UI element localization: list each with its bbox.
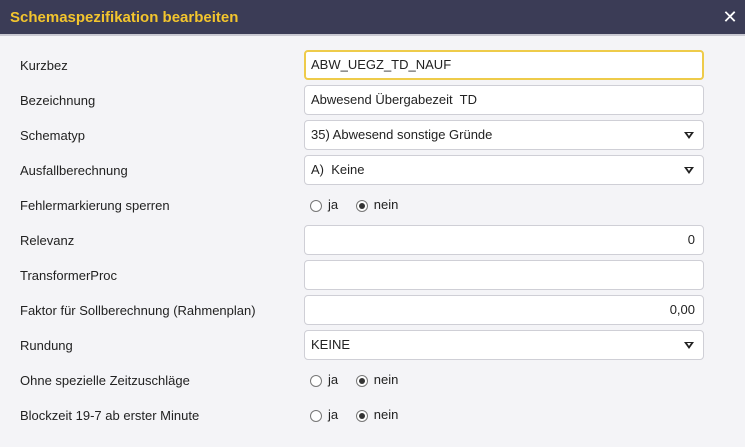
radio-circle-selected-icon[interactable] <box>355 200 368 212</box>
rundung-select[interactable]: KEINE <box>304 330 704 360</box>
radio-label: ja <box>328 372 339 387</box>
form-row-transformerproc: TransformerProc <box>0 260 745 292</box>
close-icon[interactable]: ✕ <box>719 6 741 28</box>
bezeichnung-label: Bezeichnung <box>20 93 96 108</box>
relevanz-value: 0 <box>687 232 695 247</box>
blockzeit-radio-ja[interactable]: ja <box>310 407 338 422</box>
radio-label: nein <box>373 197 399 212</box>
fehlermarkierung-radio-nein[interactable]: nein <box>355 197 399 212</box>
dialog-title: Schemaspezifikation bearbeiten <box>10 9 239 26</box>
kurzbez-label: Kurzbez <box>20 58 68 73</box>
form-row-zeitzuschlaege: Ohne spezielle Zeitzuschläge ja nein <box>0 365 745 397</box>
transformerproc-input[interactable] <box>304 260 704 290</box>
blockzeit-label: Blockzeit 19-7 ab erster Minute <box>20 408 200 423</box>
zeitzuschlaege-label: Ohne spezielle Zeitzuschläge <box>20 373 190 388</box>
form-row-kurzbez: Kurzbez ABW_UEGZ_TD_NAUF <box>0 50 745 82</box>
radio-label: nein <box>373 372 399 387</box>
radio-circle-icon[interactable] <box>310 410 322 422</box>
radio-circle-selected-icon[interactable] <box>355 375 368 387</box>
chevron-down-icon[interactable] <box>684 167 694 174</box>
fehlermarkierung-label: Fehlermarkierung sperren <box>20 198 170 213</box>
radio-circle-icon[interactable] <box>310 200 322 212</box>
rundung-value: KEINE <box>311 337 351 352</box>
blockzeit-radio-nein[interactable]: nein <box>355 407 399 422</box>
faktor-label: Faktor für Sollberechnung (Rahmenplan) <box>20 303 256 318</box>
ausfallberechnung-label: Ausfallberechnung <box>20 163 128 178</box>
kurzbez-input[interactable]: ABW_UEGZ_TD_NAUF <box>304 50 704 80</box>
form-row-relevanz: Relevanz 0 <box>0 225 745 257</box>
transformerproc-label: TransformerProc <box>20 268 118 283</box>
ausfallberechnung-select[interactable]: A) Keine <box>304 155 704 185</box>
radio-label: ja <box>328 407 339 422</box>
fehlermarkierung-radio-group: ja nein <box>310 197 412 212</box>
zeitzuschlaege-radio-group: ja nein <box>310 372 412 387</box>
faktor-value: 0,00 <box>669 302 695 317</box>
zeitzuschlaege-radio-nein[interactable]: nein <box>355 372 399 387</box>
faktor-input[interactable]: 0,00 <box>304 295 704 325</box>
relevanz-input[interactable]: 0 <box>304 225 704 255</box>
form-row-ausfallberechnung: Ausfallberechnung A) Keine <box>0 155 745 187</box>
schematyp-value: 35) Abwesend sonstige Gründe <box>311 127 493 142</box>
radio-label: ja <box>328 197 339 212</box>
bezeichnung-input[interactable]: Abwesend Übergabezeit TD <box>304 85 704 115</box>
fehlermarkierung-radio-ja[interactable]: ja <box>310 197 338 212</box>
radio-label: nein <box>373 407 399 422</box>
schematyp-select[interactable]: 35) Abwesend sonstige Gründe <box>304 120 704 150</box>
chevron-down-icon[interactable] <box>684 342 694 349</box>
ausfallberechnung-value: A) Keine <box>311 162 365 177</box>
radio-circle-icon[interactable] <box>310 375 322 387</box>
form-row-fehlermarkierung: Fehlermarkierung sperren ja nein <box>0 190 745 222</box>
radio-circle-selected-icon[interactable] <box>355 410 368 422</box>
form-row-rundung: Rundung KEINE <box>0 330 745 362</box>
dialog-titlebar: Schemaspezifikation bearbeiten ✕ <box>0 0 745 36</box>
rundung-label: Rundung <box>20 338 73 353</box>
form-row-blockzeit: Blockzeit 19-7 ab erster Minute ja nein <box>0 400 745 432</box>
form-row-schematyp: Schematyp 35) Abwesend sonstige Gründe <box>0 120 745 152</box>
form-row-faktor: Faktor für Sollberechnung (Rahmenplan) 0… <box>0 295 745 327</box>
relevanz-label: Relevanz <box>20 233 75 248</box>
form-row-bezeichnung: Bezeichnung Abwesend Übergabezeit TD <box>0 85 745 117</box>
dialog-body: Kurzbez ABW_UEGZ_TD_NAUF Bezeichnung Abw… <box>0 36 745 447</box>
blockzeit-radio-group: ja nein <box>310 407 412 422</box>
schematyp-label: Schematyp <box>20 128 86 143</box>
chevron-down-icon[interactable] <box>684 132 694 139</box>
zeitzuschlaege-radio-ja[interactable]: ja <box>310 372 338 387</box>
bezeichnung-value: Abwesend Übergabezeit TD <box>311 92 477 107</box>
kurzbez-value: ABW_UEGZ_TD_NAUF <box>311 57 452 72</box>
